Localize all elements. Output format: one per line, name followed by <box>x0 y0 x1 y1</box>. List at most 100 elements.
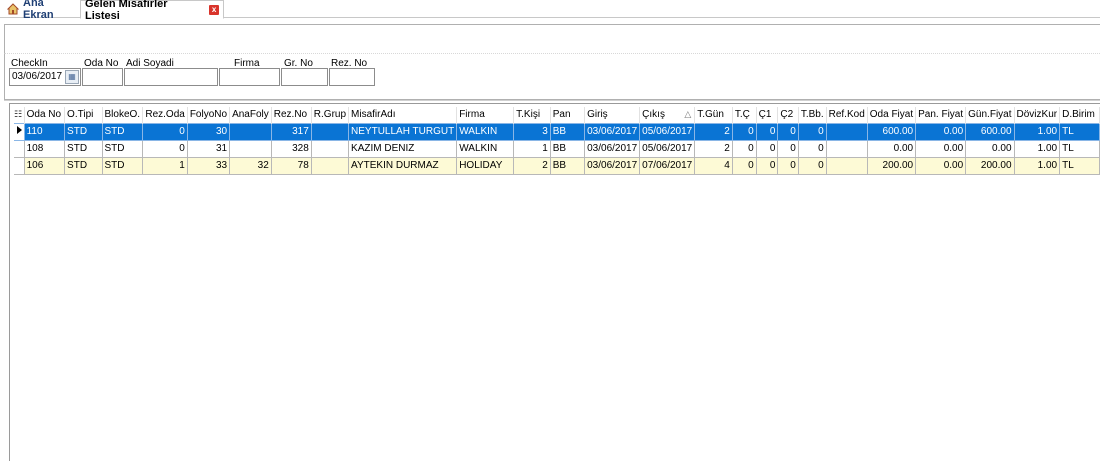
table-cell[interactable]: 0.00 <box>866 139 917 158</box>
column-header[interactable]: BlokeO. <box>102 107 144 123</box>
calendar-icon[interactable]: ▦ <box>65 70 79 84</box>
column-header[interactable]: T.Kişi <box>513 107 551 123</box>
column-header[interactable]: D.Birim <box>1059 107 1100 123</box>
table-cell[interactable]: 0 <box>777 139 799 158</box>
table-cell[interactable]: 0 <box>797 122 827 141</box>
table-cell[interactable]: STD <box>101 122 144 141</box>
table-cell[interactable] <box>825 139 868 158</box>
table-cell[interactable]: KAZIM DENIZ <box>348 139 458 158</box>
table-cell[interactable]: 78 <box>270 156 312 175</box>
table-cell[interactable]: BB <box>549 122 586 141</box>
table-cell[interactable]: 03/06/2017 <box>584 156 641 175</box>
column-header[interactable]: Oda No <box>24 107 66 123</box>
table-cell[interactable]: 03/06/2017 <box>584 139 641 158</box>
table-cell[interactable]: 600.00 <box>866 122 917 141</box>
table-cell[interactable]: 2 <box>513 156 551 175</box>
table-cell[interactable]: 0 <box>797 139 827 158</box>
column-header[interactable]: Pan. Fiyat <box>915 107 967 123</box>
table-cell[interactable] <box>310 139 350 158</box>
column-header[interactable]: DövizKur <box>1014 107 1061 123</box>
column-header[interactable]: Rez.No <box>271 107 312 123</box>
table-cell[interactable]: STD <box>64 156 103 175</box>
table-cell[interactable]: 30 <box>186 122 231 141</box>
table-cell[interactable]: 0 <box>142 139 188 158</box>
row-indicator[interactable] <box>14 156 25 175</box>
table-cell[interactable]: 108 <box>23 139 66 158</box>
table-cell[interactable]: STD <box>101 139 144 158</box>
tab-gelen-misafirler[interactable]: Gelen Misafirler Listesi x <box>80 0 224 22</box>
table-cell[interactable]: 3 <box>513 122 551 141</box>
column-header[interactable]: O.Tipi <box>64 107 103 123</box>
column-header[interactable]: Gün.Fiyat <box>965 107 1015 123</box>
table-cell[interactable]: BB <box>549 139 586 158</box>
table-cell[interactable]: 328 <box>270 139 312 158</box>
row-indicator-icon[interactable] <box>14 122 25 141</box>
table-cell[interactable]: HOLIDAY <box>456 156 515 175</box>
table-cell[interactable]: 0 <box>777 122 799 141</box>
table-cell[interactable]: 07/06/2017 <box>639 156 696 175</box>
column-header[interactable]: Oda Fiyat <box>867 107 917 123</box>
table-cell[interactable]: 0 <box>755 156 779 175</box>
table-cell[interactable]: 1.00 <box>1013 156 1061 175</box>
table-cell[interactable]: 317 <box>270 122 312 141</box>
table-cell[interactable]: 106 <box>23 156 66 175</box>
table-cell[interactable]: TL <box>1059 156 1100 175</box>
table-cell[interactable]: 2 <box>694 122 733 141</box>
table-cell[interactable]: 600.00 <box>965 122 1015 141</box>
column-header[interactable]: Ç1 <box>756 107 779 123</box>
checkin-date-field[interactable]: 03/06/2017 ▦ <box>9 68 81 86</box>
table-cell[interactable]: 200.00 <box>965 156 1015 175</box>
table-cell[interactable]: 2 <box>694 139 733 158</box>
column-header[interactable]: T.Gün <box>694 107 733 123</box>
column-header[interactable]: Firma <box>456 107 515 123</box>
odano-field[interactable] <box>82 68 123 86</box>
table-cell[interactable]: 0.00 <box>915 156 967 175</box>
table-cell[interactable] <box>825 122 868 141</box>
table-cell[interactable]: 32 <box>229 156 272 175</box>
table-cell[interactable]: 0 <box>731 139 757 158</box>
table-cell[interactable]: TL <box>1059 139 1100 158</box>
table-cell[interactable]: AYTEKIN DURMAZ <box>348 156 458 175</box>
column-header[interactable]: T.Ç <box>732 107 757 123</box>
table-cell[interactable]: WALKIN <box>456 122 515 141</box>
close-icon[interactable]: x <box>209 4 219 15</box>
table-cell[interactable]: 0 <box>731 156 757 175</box>
table-cell[interactable]: STD <box>64 139 103 158</box>
column-header[interactable]: FolyoNo <box>187 107 231 123</box>
table-row[interactable]: 110 STD STD 0 30 317 NEYTULLAH TURGUT WALKIN 3 BB… <box>14 122 1100 141</box>
table-cell[interactable]: 0 <box>755 139 779 158</box>
table-row[interactable]: 108 STD STD 0 31 328 KAZIM DENIZ WALKIN 1 BB 03/06… <box>14 139 1100 158</box>
column-header[interactable]: Pan <box>550 107 586 123</box>
table-cell[interactable] <box>229 139 272 158</box>
table-cell[interactable]: STD <box>64 122 103 141</box>
table-cell[interactable]: 0 <box>777 156 799 175</box>
column-header[interactable]: MisafirAdı <box>348 107 458 123</box>
table-cell[interactable] <box>229 122 272 141</box>
table-cell[interactable] <box>310 122 350 141</box>
column-header[interactable]: Çıkış △ <box>639 107 696 123</box>
table-cell[interactable]: 0 <box>755 122 779 141</box>
firma-field[interactable] <box>219 68 280 86</box>
table-row[interactable]: 106 STD STD 1 33 32 78 AYTEKIN DURMAZ HOLIDAY 2 BB… <box>14 156 1100 175</box>
row-indicator[interactable] <box>14 139 25 158</box>
table-cell[interactable]: 33 <box>186 156 231 175</box>
table-cell[interactable]: 0.00 <box>965 139 1015 158</box>
rezno-field[interactable] <box>329 68 375 86</box>
table-cell[interactable]: 4 <box>694 156 733 175</box>
table-cell[interactable]: 0.00 <box>915 139 967 158</box>
column-header[interactable]: T.Bb. <box>798 107 827 123</box>
grno-field[interactable] <box>281 68 328 86</box>
adisoyadi-field[interactable] <box>124 68 218 86</box>
table-cell[interactable]: 1 <box>513 139 551 158</box>
table-cell[interactable]: 200.00 <box>866 156 917 175</box>
table-cell[interactable]: 0 <box>142 122 188 141</box>
table-cell[interactable]: WALKIN <box>456 139 515 158</box>
table-cell[interactable]: 1.00 <box>1013 139 1061 158</box>
table-cell[interactable]: 31 <box>186 139 231 158</box>
column-header[interactable]: R.Grup <box>311 107 350 123</box>
table-cell[interactable]: 05/06/2017 <box>639 139 696 158</box>
table-cell[interactable]: STD <box>101 156 144 175</box>
table-cell[interactable]: BB <box>549 156 586 175</box>
table-cell[interactable]: 110 <box>23 122 66 141</box>
column-header[interactable]: Ref.Kod <box>826 107 868 123</box>
